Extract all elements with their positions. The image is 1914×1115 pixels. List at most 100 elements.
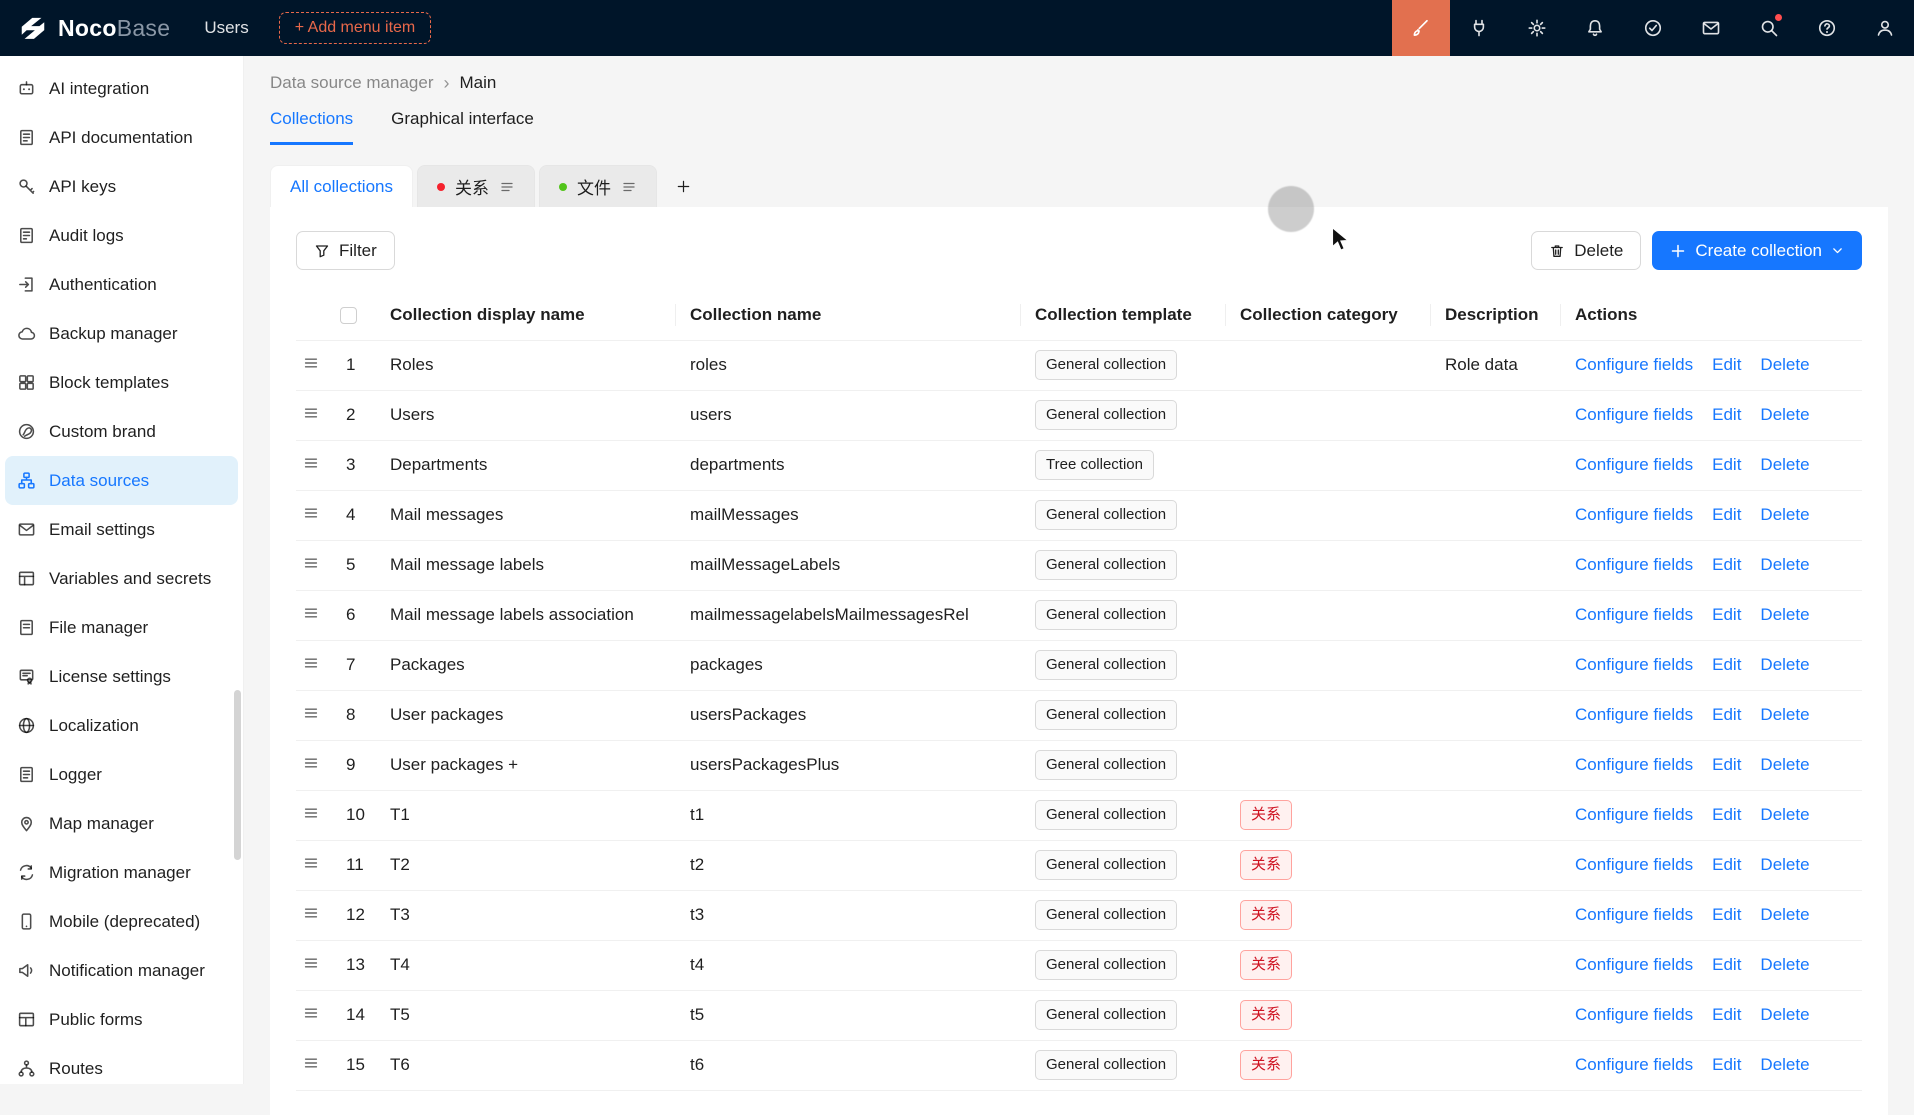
sidebar-item-public-forms[interactable]: Public forms <box>5 995 238 1044</box>
row-action-configure-fields[interactable]: Configure fields <box>1575 855 1693 874</box>
row-action-configure-fields[interactable]: Configure fields <box>1575 655 1693 674</box>
sidebar-item-migration-manager[interactable]: Migration manager <box>5 848 238 897</box>
settings-gear-nav-button[interactable] <box>1508 0 1566 56</box>
row-action-delete[interactable]: Delete <box>1760 855 1809 874</box>
row-action-edit[interactable]: Edit <box>1712 1005 1741 1024</box>
tab-menu-icon[interactable] <box>621 179 637 195</box>
collection-tab-all-collections[interactable]: All collections <box>270 165 413 207</box>
row-action-delete[interactable]: Delete <box>1760 705 1809 724</box>
row-action-delete[interactable]: Delete <box>1760 605 1809 624</box>
tab-collections[interactable]: Collections <box>270 109 353 145</box>
drag-handle-icon[interactable] <box>302 504 320 522</box>
row-action-delete[interactable]: Delete <box>1760 755 1809 774</box>
row-action-configure-fields[interactable]: Configure fields <box>1575 805 1693 824</box>
filter-button[interactable]: Filter <box>296 231 395 270</box>
row-action-configure-fields[interactable]: Configure fields <box>1575 705 1693 724</box>
sidebar-item-logger[interactable]: Logger <box>5 750 238 799</box>
sidebar-item-block-templates[interactable]: Block templates <box>5 358 238 407</box>
row-action-delete[interactable]: Delete <box>1760 355 1809 374</box>
designer-brush-nav-button[interactable] <box>1392 0 1450 56</box>
row-action-edit[interactable]: Edit <box>1712 855 1741 874</box>
row-action-delete[interactable]: Delete <box>1760 655 1809 674</box>
task-check-nav-button[interactable] <box>1624 0 1682 56</box>
sidebar-item-map-manager[interactable]: Map manager <box>5 799 238 848</box>
row-action-delete[interactable]: Delete <box>1760 905 1809 924</box>
breadcrumb-data-source-manager[interactable]: Data source manager <box>270 73 433 93</box>
create-collection-button[interactable]: Create collection <box>1652 231 1862 270</box>
user-profile-nav-button[interactable] <box>1856 0 1914 56</box>
row-action-configure-fields[interactable]: Configure fields <box>1575 405 1693 424</box>
row-action-edit[interactable]: Edit <box>1712 755 1741 774</box>
tab-menu-icon[interactable] <box>499 179 515 195</box>
row-action-configure-fields[interactable]: Configure fields <box>1575 955 1693 974</box>
sidebar-item-localization[interactable]: Localization <box>5 701 238 750</box>
row-action-delete[interactable]: Delete <box>1760 1055 1809 1074</box>
row-action-configure-fields[interactable]: Configure fields <box>1575 1055 1693 1074</box>
sidebar-item-variables-and-secrets[interactable]: Variables and secrets <box>5 554 238 603</box>
row-action-edit[interactable]: Edit <box>1712 405 1741 424</box>
row-action-edit[interactable]: Edit <box>1712 555 1741 574</box>
sidebar-scrollbar[interactable] <box>234 690 241 860</box>
row-action-delete[interactable]: Delete <box>1760 505 1809 524</box>
sidebar-item-file-manager[interactable]: File manager <box>5 603 238 652</box>
tab-graphical-interface[interactable]: Graphical interface <box>391 109 534 145</box>
sidebar-item-backup-manager[interactable]: Backup manager <box>5 309 238 358</box>
row-action-edit[interactable]: Edit <box>1712 905 1741 924</box>
row-action-edit[interactable]: Edit <box>1712 955 1741 974</box>
sidebar-item-routes[interactable]: Routes <box>5 1044 238 1084</box>
row-action-edit[interactable]: Edit <box>1712 455 1741 474</box>
mail-nav-button[interactable] <box>1682 0 1740 56</box>
drag-handle-icon[interactable] <box>302 854 320 872</box>
sidebar-item-api-documentation[interactable]: API documentation <box>5 113 238 162</box>
row-action-delete[interactable]: Delete <box>1760 555 1809 574</box>
drag-handle-icon[interactable] <box>302 1004 320 1022</box>
row-action-edit[interactable]: Edit <box>1712 655 1741 674</box>
row-action-delete[interactable]: Delete <box>1760 455 1809 474</box>
drag-handle-icon[interactable] <box>302 454 320 472</box>
sidebar-item-ai-integration[interactable]: AI integration <box>5 64 238 113</box>
row-action-edit[interactable]: Edit <box>1712 605 1741 624</box>
drag-handle-icon[interactable] <box>302 554 320 572</box>
delete-button[interactable]: Delete <box>1531 231 1641 270</box>
row-action-configure-fields[interactable]: Configure fields <box>1575 455 1693 474</box>
row-action-delete[interactable]: Delete <box>1760 405 1809 424</box>
add-collection-tab-button[interactable] <box>661 165 705 207</box>
row-action-delete[interactable]: Delete <box>1760 805 1809 824</box>
plugin-nav-button[interactable] <box>1450 0 1508 56</box>
drag-handle-icon[interactable] <box>302 704 320 722</box>
drag-handle-icon[interactable] <box>302 354 320 372</box>
drag-handle-icon[interactable] <box>302 804 320 822</box>
drag-handle-icon[interactable] <box>302 754 320 772</box>
sidebar-item-data-sources[interactable]: Data sources <box>5 456 238 505</box>
sidebar-item-audit-logs[interactable]: Audit logs <box>5 211 238 260</box>
help-question-nav-button[interactable] <box>1798 0 1856 56</box>
notification-bell-nav-button[interactable] <box>1566 0 1624 56</box>
row-action-configure-fields[interactable]: Configure fields <box>1575 505 1693 524</box>
drag-handle-icon[interactable] <box>302 654 320 672</box>
row-action-edit[interactable]: Edit <box>1712 355 1741 374</box>
sidebar-item-mobile-deprecated[interactable]: Mobile (deprecated) <box>5 897 238 946</box>
row-action-edit[interactable]: Edit <box>1712 705 1741 724</box>
row-action-configure-fields[interactable]: Configure fields <box>1575 755 1693 774</box>
select-all-checkbox[interactable] <box>340 307 357 324</box>
sidebar-item-custom-brand[interactable]: Custom brand <box>5 407 238 456</box>
nav-menu-users[interactable]: Users <box>204 18 248 38</box>
sidebar-item-email-settings[interactable]: Email settings <box>5 505 238 554</box>
row-action-delete[interactable]: Delete <box>1760 1005 1809 1024</box>
drag-handle-icon[interactable] <box>302 904 320 922</box>
row-action-configure-fields[interactable]: Configure fields <box>1575 605 1693 624</box>
row-action-edit[interactable]: Edit <box>1712 805 1741 824</box>
row-action-configure-fields[interactable]: Configure fields <box>1575 1005 1693 1024</box>
drag-handle-icon[interactable] <box>302 604 320 622</box>
drag-handle-icon[interactable] <box>302 404 320 422</box>
sidebar-item-notification-manager[interactable]: Notification manager <box>5 946 238 995</box>
row-action-edit[interactable]: Edit <box>1712 1055 1741 1074</box>
collection-tab-关系[interactable]: 关系 <box>417 165 535 207</box>
row-action-edit[interactable]: Edit <box>1712 505 1741 524</box>
nocobase-logo[interactable]: NocoBase <box>18 13 170 43</box>
drag-handle-icon[interactable] <box>302 954 320 972</box>
row-action-delete[interactable]: Delete <box>1760 955 1809 974</box>
search-nav-button[interactable] <box>1740 0 1798 56</box>
row-action-configure-fields[interactable]: Configure fields <box>1575 555 1693 574</box>
add-menu-item-button[interactable]: + Add menu item <box>279 12 432 44</box>
